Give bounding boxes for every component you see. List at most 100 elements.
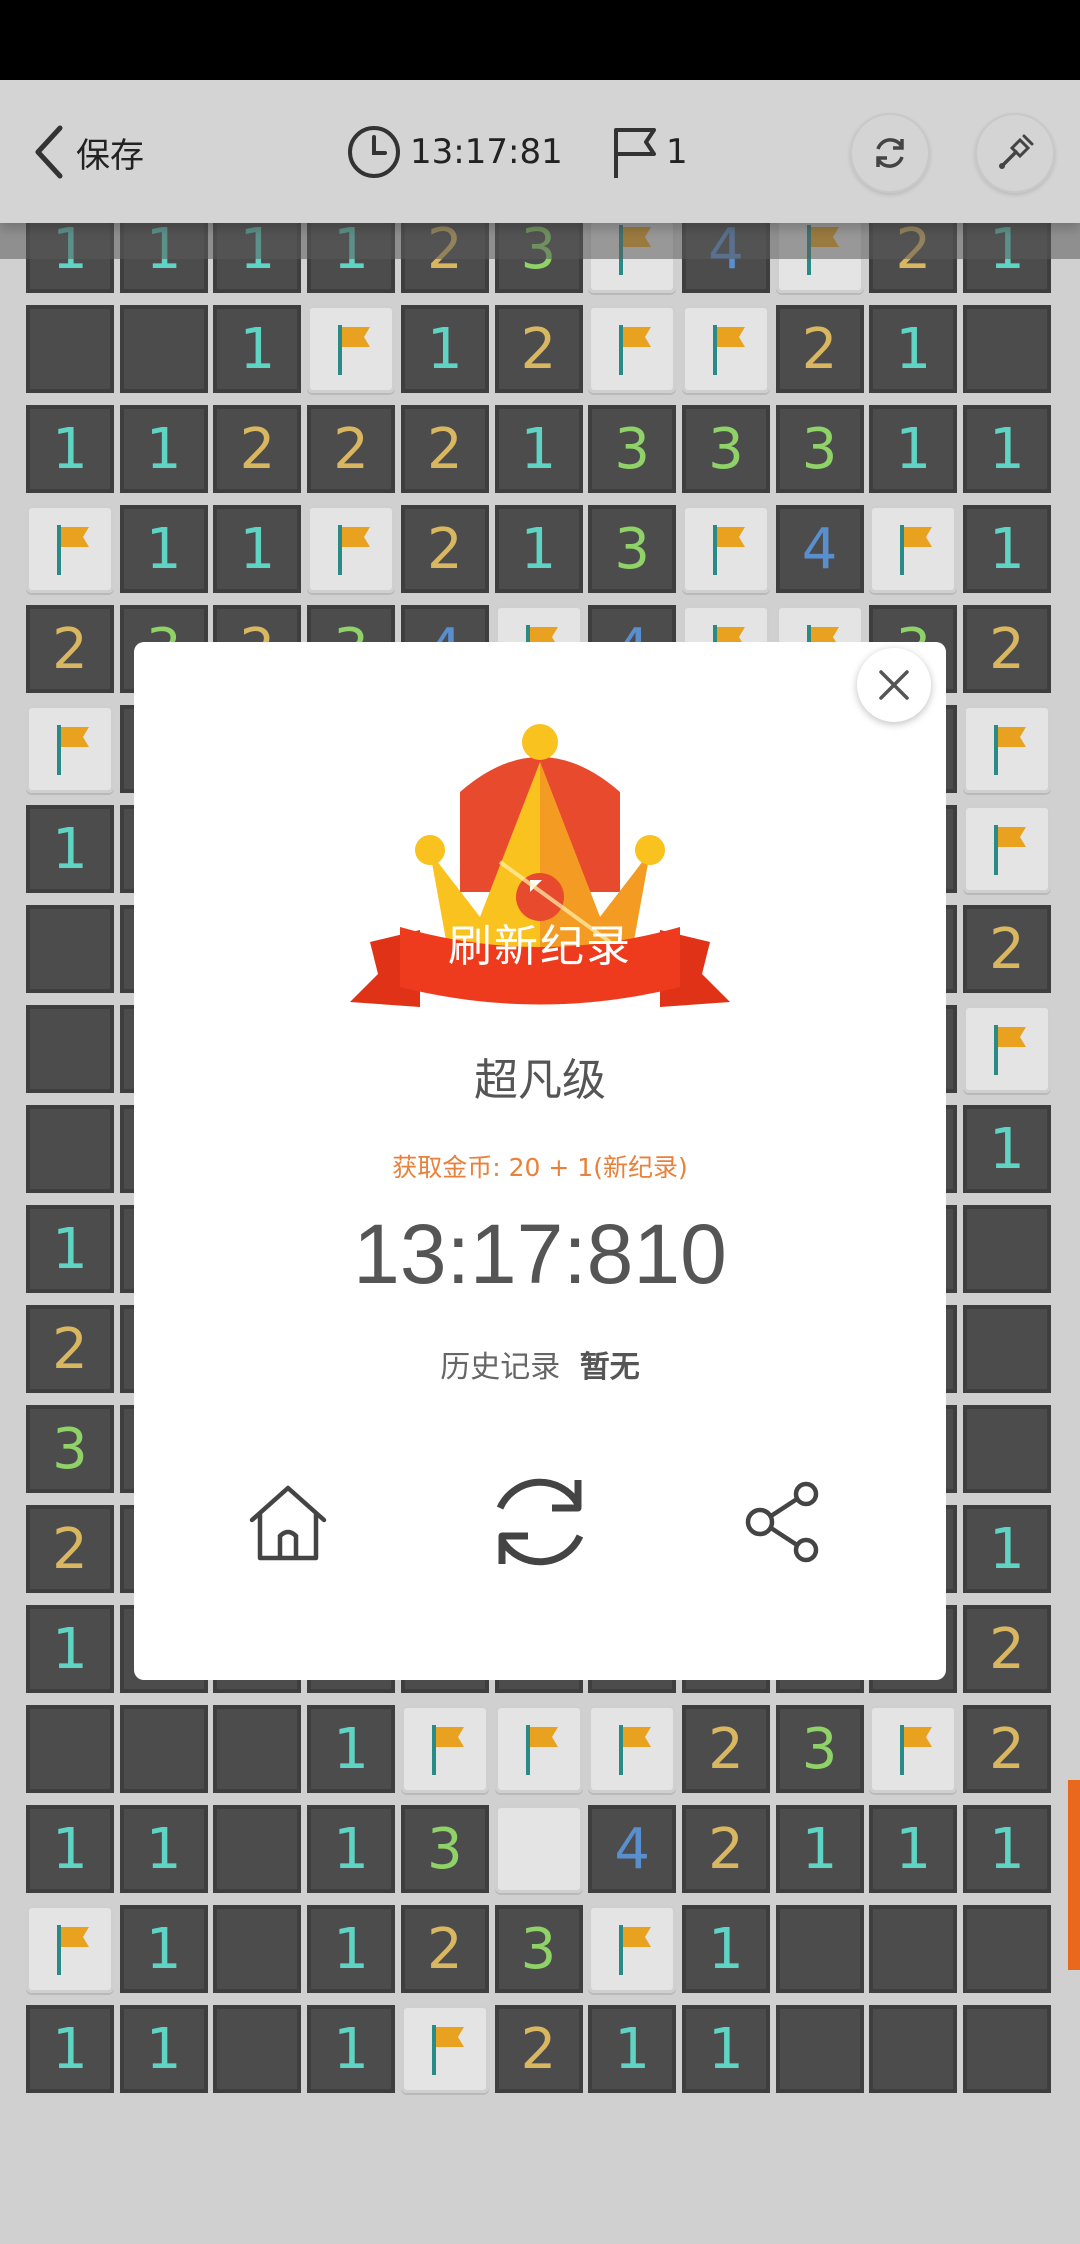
- number-cell[interactable]: 2: [963, 905, 1051, 993]
- empty-cell[interactable]: [963, 1405, 1051, 1493]
- empty-cell[interactable]: [26, 305, 114, 393]
- number-cell[interactable]: 1: [26, 2005, 114, 2093]
- number-cell[interactable]: 2: [963, 605, 1051, 693]
- close-button[interactable]: [857, 648, 931, 722]
- number-cell[interactable]: 1: [119, 405, 208, 493]
- number-cell[interactable]: 3: [26, 1405, 114, 1493]
- number-cell[interactable]: 1: [869, 405, 958, 493]
- empty-cell[interactable]: [869, 2005, 958, 2093]
- flagged-cell[interactable]: [681, 305, 770, 393]
- number-cell[interactable]: 1: [119, 505, 208, 593]
- number-cell[interactable]: 4: [775, 505, 864, 593]
- number-cell[interactable]: 1: [26, 405, 114, 493]
- flagged-cell[interactable]: [681, 505, 770, 593]
- number-cell[interactable]: 2: [26, 605, 114, 693]
- replay-button[interactable]: [475, 1457, 605, 1587]
- number-cell[interactable]: 1: [681, 1905, 770, 1993]
- number-cell[interactable]: 2: [26, 1505, 114, 1593]
- empty-cell[interactable]: [213, 1705, 302, 1793]
- flagged-cell[interactable]: [869, 1705, 958, 1793]
- number-cell[interactable]: 2: [26, 1305, 114, 1393]
- empty-cell[interactable]: [213, 1905, 302, 1993]
- number-cell[interactable]: 4: [588, 1805, 677, 1893]
- number-cell[interactable]: 2: [681, 1705, 770, 1793]
- number-cell[interactable]: 2: [963, 1705, 1051, 1793]
- empty-cell[interactable]: [775, 2005, 864, 2093]
- number-cell[interactable]: 3: [494, 1905, 583, 1993]
- number-cell[interactable]: 1: [963, 1505, 1051, 1593]
- flagged-cell[interactable]: [588, 305, 677, 393]
- number-cell[interactable]: 2: [400, 405, 489, 493]
- number-cell[interactable]: 1: [307, 1805, 396, 1893]
- number-cell[interactable]: 1: [26, 1605, 114, 1693]
- number-cell[interactable]: 1: [307, 2005, 396, 2093]
- number-cell[interactable]: 2: [213, 405, 302, 493]
- empty-cell[interactable]: [26, 1005, 114, 1093]
- number-cell[interactable]: 1: [119, 1805, 208, 1893]
- number-cell[interactable]: 1: [963, 1105, 1051, 1193]
- number-cell[interactable]: 1: [307, 1905, 396, 1993]
- share-button[interactable]: [734, 1472, 834, 1572]
- empty-cell[interactable]: [775, 1905, 864, 1993]
- number-cell[interactable]: 2: [963, 1605, 1051, 1693]
- empty-cell[interactable]: [26, 1705, 114, 1793]
- empty-cell[interactable]: [213, 1805, 302, 1893]
- empty-cell[interactable]: [963, 1305, 1051, 1393]
- number-cell[interactable]: 1: [119, 2005, 208, 2093]
- number-cell[interactable]: 3: [588, 505, 677, 593]
- empty-cell[interactable]: [963, 1905, 1051, 1993]
- number-cell[interactable]: 3: [775, 405, 864, 493]
- number-cell[interactable]: 2: [494, 305, 583, 393]
- number-cell[interactable]: 1: [26, 1205, 114, 1293]
- number-cell[interactable]: 2: [400, 1905, 489, 1993]
- empty-cell[interactable]: [963, 2005, 1051, 2093]
- number-cell[interactable]: 3: [775, 1705, 864, 1793]
- flagged-cell[interactable]: [494, 1705, 583, 1793]
- flagged-cell[interactable]: [963, 805, 1051, 893]
- empty-cell[interactable]: [26, 1105, 114, 1193]
- empty-cell[interactable]: [26, 905, 114, 993]
- number-cell[interactable]: 1: [494, 505, 583, 593]
- number-cell[interactable]: 1: [213, 305, 302, 393]
- number-cell[interactable]: 2: [494, 2005, 583, 2093]
- number-cell[interactable]: 1: [963, 405, 1051, 493]
- number-cell[interactable]: 1: [681, 2005, 770, 2093]
- scroll-indicator[interactable]: [1068, 1780, 1080, 1970]
- number-cell[interactable]: 2: [307, 405, 396, 493]
- number-cell[interactable]: 1: [400, 305, 489, 393]
- flagged-cell[interactable]: [26, 1905, 114, 1993]
- number-cell[interactable]: 1: [119, 1905, 208, 1993]
- empty-cell[interactable]: [119, 305, 208, 393]
- flagged-cell[interactable]: [26, 705, 114, 793]
- number-cell[interactable]: 2: [775, 305, 864, 393]
- flagged-cell[interactable]: [963, 1005, 1051, 1093]
- number-cell[interactable]: 1: [26, 1805, 114, 1893]
- number-cell[interactable]: 1: [963, 505, 1051, 593]
- number-cell[interactable]: 1: [869, 305, 958, 393]
- empty-cell[interactable]: [213, 2005, 302, 2093]
- empty-cell[interactable]: [963, 1205, 1051, 1293]
- restart-button[interactable]: [850, 113, 930, 193]
- empty-cell[interactable]: [963, 305, 1051, 393]
- back-button[interactable]: 保存: [30, 124, 144, 180]
- number-cell[interactable]: 2: [400, 505, 489, 593]
- flagged-cell[interactable]: [588, 1905, 677, 1993]
- number-cell[interactable]: 1: [588, 2005, 677, 2093]
- flagged-cell[interactable]: [869, 505, 958, 593]
- flagged-cell[interactable]: [307, 305, 396, 393]
- number-cell[interactable]: 3: [400, 1805, 489, 1893]
- number-cell[interactable]: 1: [307, 1705, 396, 1793]
- empty-cell[interactable]: [869, 1905, 958, 1993]
- number-cell[interactable]: 1: [213, 505, 302, 593]
- home-button[interactable]: [238, 1472, 338, 1572]
- number-cell[interactable]: 1: [963, 1805, 1051, 1893]
- number-cell[interactable]: 3: [588, 405, 677, 493]
- number-cell[interactable]: 1: [869, 1805, 958, 1893]
- number-cell[interactable]: 1: [775, 1805, 864, 1893]
- flagged-cell[interactable]: [963, 705, 1051, 793]
- flagged-cell[interactable]: [26, 505, 114, 593]
- number-cell[interactable]: 1: [494, 405, 583, 493]
- flagged-cell[interactable]: [400, 2005, 489, 2093]
- covered-cell[interactable]: [494, 1805, 583, 1893]
- number-cell[interactable]: 2: [681, 1805, 770, 1893]
